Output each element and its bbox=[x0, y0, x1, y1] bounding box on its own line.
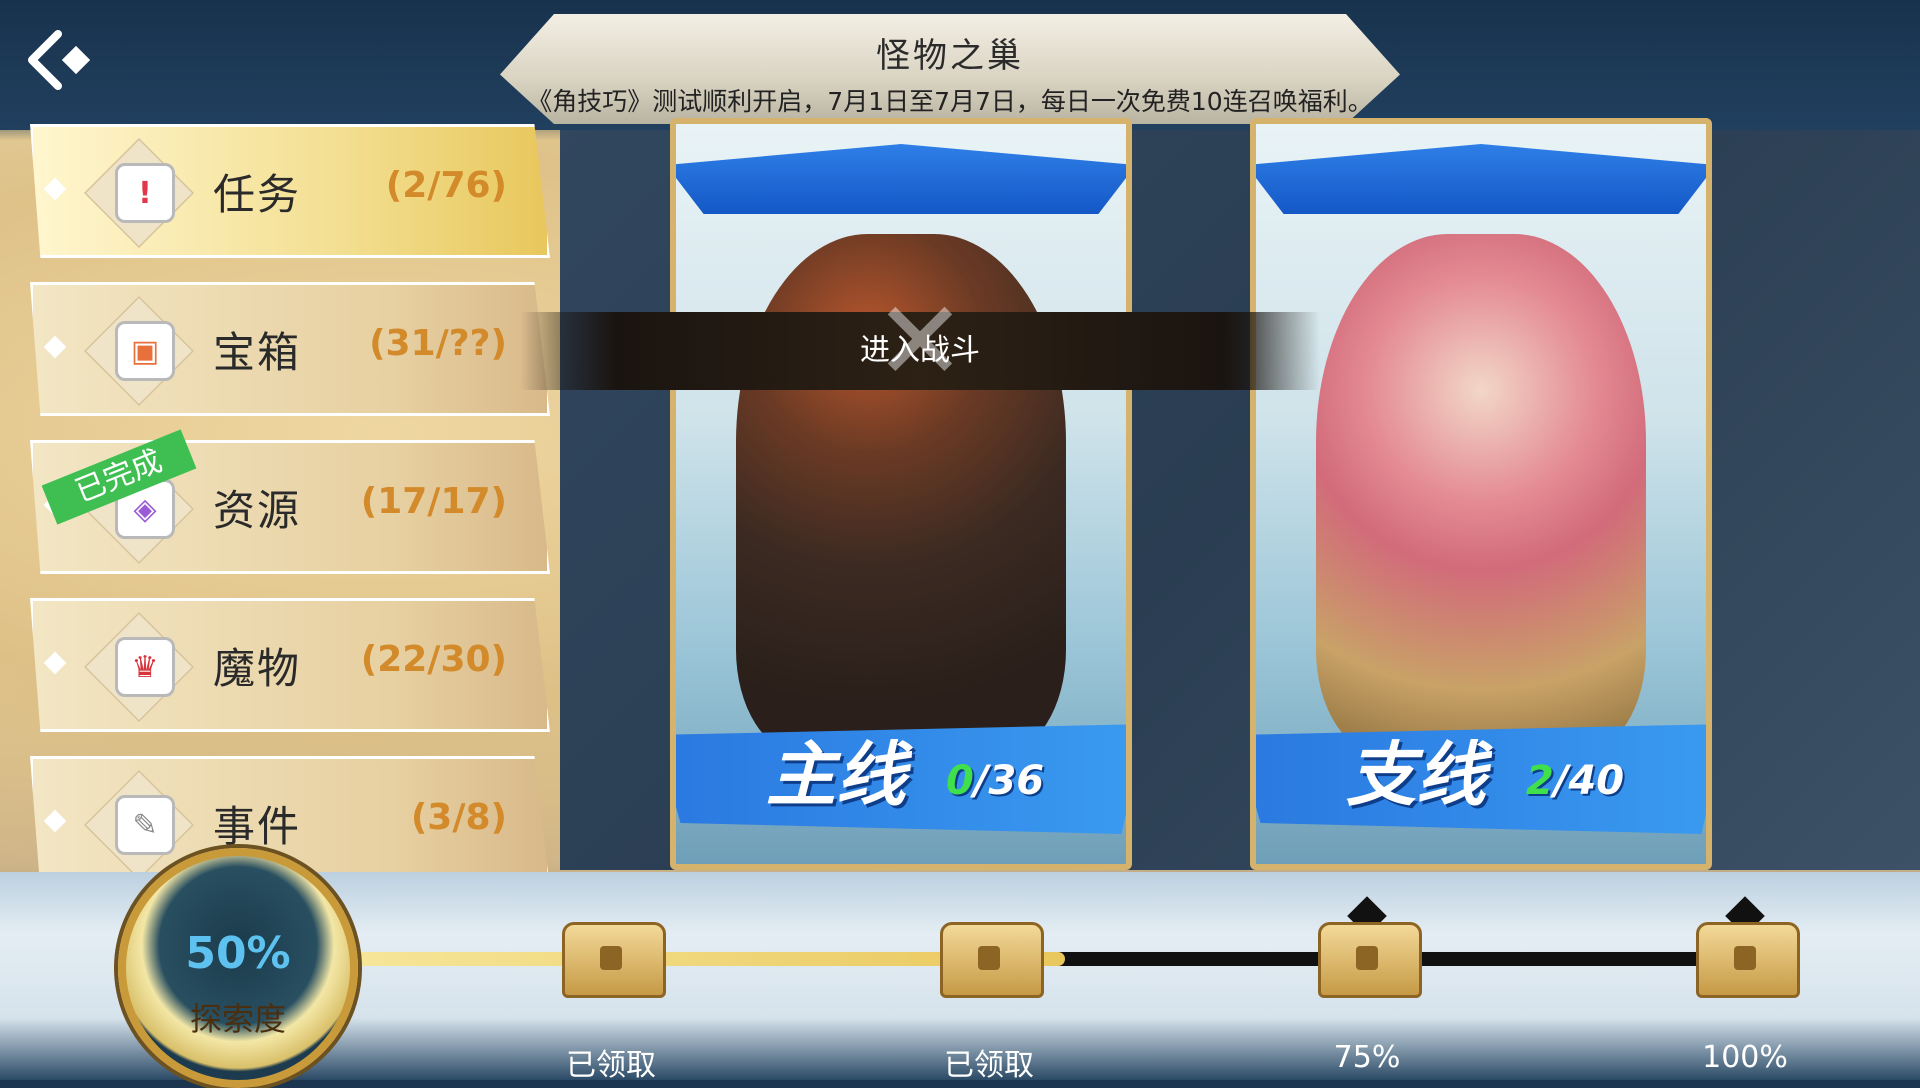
main-story-card[interactable]: 主线 0/36 bbox=[670, 118, 1132, 870]
menu-item-count: (22/30) bbox=[360, 639, 507, 680]
card-title: 主线 bbox=[766, 734, 906, 816]
menu-item-label: 宝箱 bbox=[213, 328, 302, 377]
side-story-card[interactable]: 支线 2/40 bbox=[1250, 118, 1712, 870]
menu-item-monsters[interactable]: ♛ 魔物 (22/30) bbox=[30, 598, 550, 732]
reward-chest-4[interactable] bbox=[1690, 896, 1800, 1006]
reward-label-4: 100% bbox=[1702, 1040, 1788, 1075]
chest-lock bbox=[600, 946, 622, 970]
menu-item-count: (17/17) bbox=[360, 481, 507, 522]
card-progress-current: 2 bbox=[1526, 758, 1554, 804]
exploration-label: 探索度 bbox=[189, 1000, 286, 1038]
exploration-percent: 50% bbox=[185, 928, 291, 979]
card-progress-current: 0 bbox=[946, 758, 974, 804]
card-progress-total: /36 bbox=[973, 758, 1045, 804]
quest-exclamation-icon: ! bbox=[115, 163, 175, 223]
crossed-swords-icon: ✕ bbox=[873, 277, 967, 405]
category-menu: ! 任务 (2/76) ▣ 宝箱 (31/??) ◈ 资源 (17/17) ♛ … bbox=[30, 124, 550, 914]
menu-dot bbox=[43, 809, 67, 833]
exploration-gauge: 50% 探索度 bbox=[118, 848, 358, 1088]
menu-item-chests[interactable]: ▣ 宝箱 (31/??) bbox=[30, 282, 550, 416]
menu-dot bbox=[43, 177, 67, 201]
enter-battle-button[interactable]: ✕ 进入战斗 bbox=[520, 286, 1320, 396]
card-title: 支线 bbox=[1346, 734, 1486, 816]
chest-lock bbox=[1734, 946, 1756, 970]
chest-lock bbox=[978, 946, 1000, 970]
reward-chest-1[interactable] bbox=[556, 902, 666, 1006]
character-art bbox=[1316, 234, 1646, 754]
reward-label-1: 已领取 bbox=[566, 1048, 656, 1083]
card-ribbon bbox=[676, 144, 1126, 214]
menu-item-quests[interactable]: ! 任务 (2/76) bbox=[30, 124, 550, 258]
card-progress-total: /40 bbox=[1553, 758, 1625, 804]
card-ribbon bbox=[1256, 144, 1706, 214]
menu-item-label: 任务 bbox=[213, 170, 302, 219]
treasure-chest-icon: ▣ bbox=[115, 321, 175, 381]
menu-item-label: 魔物 bbox=[213, 644, 302, 693]
menu-dot bbox=[43, 335, 67, 359]
chest-lock bbox=[1356, 946, 1378, 970]
announcement-ticker: 《角技巧》测试顺利开启，7月1日至7月7日，每日一次免费10连召唤福利。 bbox=[527, 87, 1373, 116]
reward-chest-3[interactable] bbox=[1312, 896, 1422, 1006]
reward-chest-2[interactable] bbox=[934, 902, 1044, 1006]
reward-label-3: 75% bbox=[1333, 1040, 1401, 1075]
menu-item-label: 资源 bbox=[213, 486, 302, 535]
monster-face-icon: ♛ bbox=[115, 637, 175, 697]
menu-item-count: (31/??) bbox=[369, 323, 507, 364]
event-scroll-icon: ✎ bbox=[115, 795, 175, 855]
menu-item-count: (3/8) bbox=[410, 797, 507, 838]
card-progress: 0/36 bbox=[946, 758, 1044, 804]
menu-dot bbox=[43, 651, 67, 675]
menu-item-count: (2/76) bbox=[385, 165, 507, 206]
card-progress: 2/40 bbox=[1526, 758, 1624, 804]
menu-item-label: 事件 bbox=[213, 802, 302, 851]
reward-label-2: 已领取 bbox=[944, 1048, 1034, 1083]
page-title: 怪物之巢 bbox=[876, 36, 1024, 76]
back-arrow-icon[interactable] bbox=[22, 28, 102, 92]
